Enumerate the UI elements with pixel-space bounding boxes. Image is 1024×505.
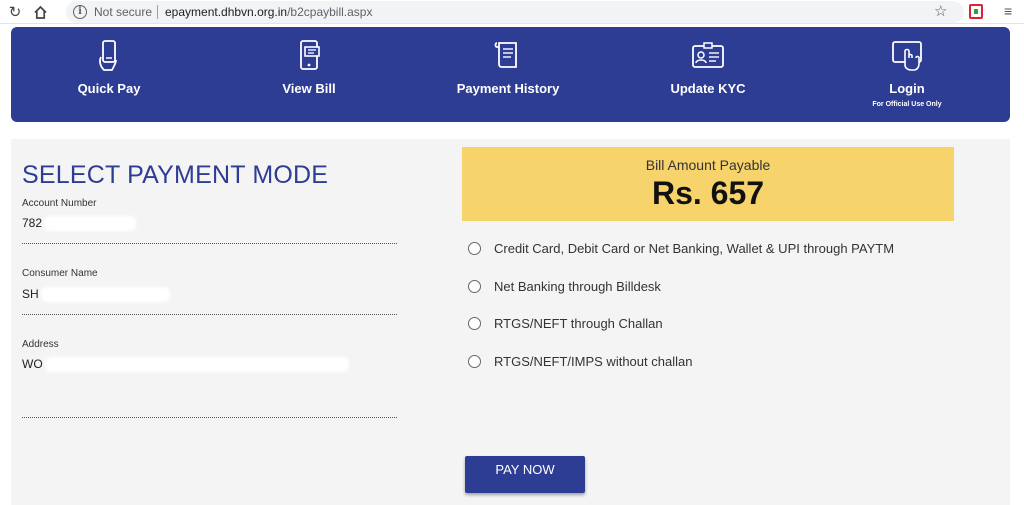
- nav-sublabel: For Official Use Only: [872, 101, 942, 108]
- address-value: WO: [22, 357, 347, 371]
- payment-option-paytm[interactable]: Credit Card, Debit Card or Net Banking, …: [468, 238, 894, 258]
- radio-button[interactable]: [468, 316, 481, 330]
- reload-icon[interactable]: ↻: [6, 3, 24, 21]
- nav-view-bill[interactable]: View Bill: [239, 27, 379, 122]
- redacted-mask: [42, 289, 168, 301]
- info-icon[interactable]: i: [73, 5, 87, 19]
- nav-payment-history[interactable]: Payment History: [438, 27, 578, 122]
- page-title: SELECT PAYMENT MODE: [22, 161, 329, 189]
- field-underline: [22, 243, 397, 244]
- payment-option-challan[interactable]: RTGS/NEFT through Challan: [468, 313, 663, 333]
- nav-label: Login: [889, 81, 925, 96]
- payment-option-label: RTGS/NEFT through Challan: [494, 315, 663, 331]
- nav-login[interactable]: Login For Official Use Only: [837, 27, 977, 122]
- field-underline: [22, 417, 397, 418]
- payment-option-label: Net Banking through Billdesk: [494, 278, 661, 294]
- nav-label: View Bill: [282, 81, 336, 96]
- redacted-mask: [46, 359, 347, 371]
- radio-button[interactable]: [468, 354, 481, 368]
- nav-label: Update KYC: [670, 81, 746, 96]
- phone-hand-icon: [99, 40, 117, 71]
- home-icon[interactable]: [31, 3, 49, 21]
- payment-option-label: Credit Card, Debit Card or Net Banking, …: [494, 240, 895, 256]
- redacted-mask: [46, 218, 135, 230]
- extension-icon[interactable]: [969, 4, 983, 19]
- pay-now-button[interactable]: PAY NOW: [465, 456, 585, 493]
- bill-screen-icon: [300, 40, 320, 70]
- consumer-name-value: SH: [22, 287, 168, 301]
- touch-login-icon: [892, 41, 922, 71]
- nav-quick-pay[interactable]: Quick Pay: [39, 27, 179, 122]
- bookmark-star-icon[interactable]: ☆: [934, 2, 947, 20]
- id-card-icon: [692, 42, 724, 68]
- scroll-document-icon: [494, 42, 517, 68]
- url-text[interactable]: epayment.dhbvn.org.in/b2cpaybill.aspx: [165, 5, 372, 19]
- address-label: Address: [22, 339, 59, 350]
- divider: [157, 5, 158, 19]
- bill-amount-box: Bill Amount Payable Rs. 657: [462, 147, 954, 221]
- main-nav: Quick Pay View Bill Payment History Upda…: [11, 27, 1010, 122]
- browser-toolbar: ↻ i Not secure epayment.dhbvn.org.in/b2c…: [0, 0, 1024, 24]
- nav-label: Quick Pay: [77, 81, 141, 96]
- bill-amount-value: Rs. 657: [651, 175, 765, 211]
- payment-option-billdesk[interactable]: Net Banking through Billdesk: [468, 276, 661, 296]
- address-bar[interactable]: i Not secure epayment.dhbvn.org.in/b2cpa…: [66, 1, 964, 23]
- account-number-value: 782: [22, 216, 135, 230]
- payment-option-label: RTGS/NEFT/IMPS without challan: [494, 353, 693, 369]
- security-status[interactable]: Not secure: [94, 5, 152, 19]
- consumer-name-label: Consumer Name: [22, 268, 98, 279]
- payment-option-no-challan[interactable]: RTGS/NEFT/IMPS without challan: [468, 351, 692, 371]
- bill-amount-label: Bill Amount Payable: [645, 157, 771, 173]
- nav-label: Payment History: [456, 81, 560, 96]
- browser-menu-icon[interactable]: ≡: [1004, 3, 1012, 19]
- radio-button[interactable]: [468, 279, 481, 293]
- nav-update-kyc[interactable]: Update KYC: [638, 27, 778, 122]
- field-underline: [22, 314, 397, 315]
- radio-button[interactable]: [468, 241, 481, 255]
- account-number-label: Account Number: [22, 198, 97, 209]
